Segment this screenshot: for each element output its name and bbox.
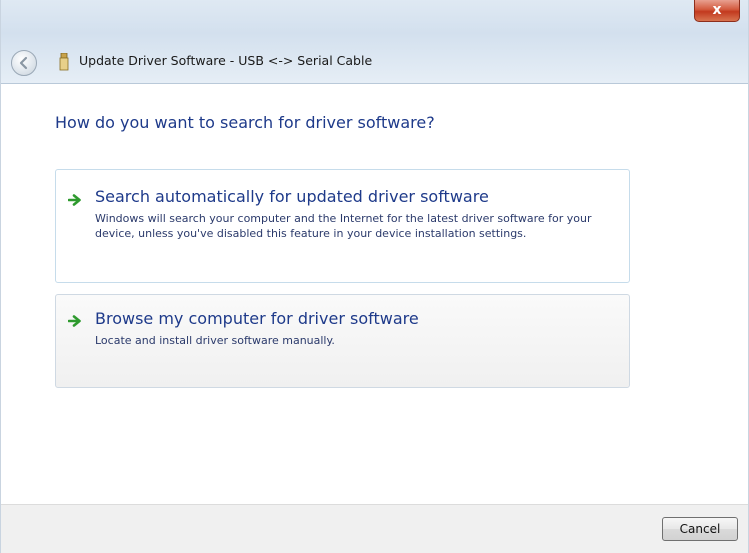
close-icon: x xyxy=(712,2,722,18)
close-button[interactable]: x xyxy=(694,0,740,22)
update-driver-dialog: x Update Driver Software - USB <-> Seria… xyxy=(0,0,749,553)
search-automatically-description: Windows will search your computer and th… xyxy=(95,212,592,240)
cancel-button[interactable]: Cancel xyxy=(662,517,738,541)
green-arrow-icon xyxy=(68,194,81,206)
browse-computer-option[interactable]: Browse my computer for driver software L… xyxy=(55,294,630,388)
green-arrow-icon xyxy=(68,315,81,327)
browse-computer-description: Locate and install driver software manua… xyxy=(95,334,335,347)
dialog-footer: Cancel xyxy=(1,504,748,553)
back-arrow-icon xyxy=(19,56,28,70)
window-title: Update Driver Software - USB <-> Serial … xyxy=(79,53,373,68)
search-automatically-title: Search automatically for updated driver … xyxy=(95,187,489,206)
browse-computer-title: Browse my computer for driver software xyxy=(95,309,419,328)
title-bar: x Update Driver Software - USB <-> Seria… xyxy=(1,0,748,84)
search-automatically-option[interactable]: Search automatically for updated driver … xyxy=(55,169,630,283)
page-heading: How do you want to search for driver sof… xyxy=(55,113,435,132)
back-button[interactable] xyxy=(11,50,37,76)
usb-device-icon xyxy=(59,53,69,71)
